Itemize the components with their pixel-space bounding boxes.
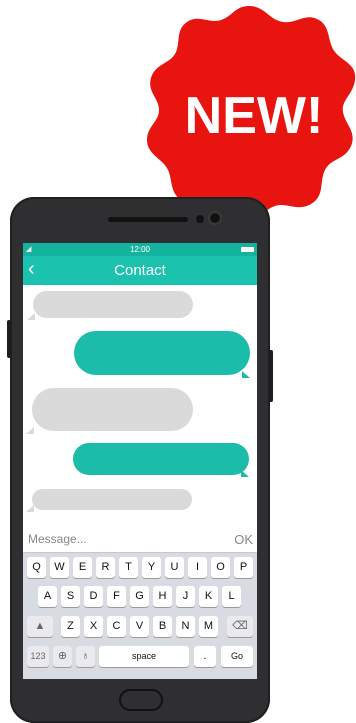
bubble-tail (26, 505, 34, 512)
key[interactable]: K (199, 586, 218, 607)
bubble-tail (241, 470, 249, 477)
numbers-key[interactable]: 123 (27, 646, 49, 667)
globe-icon: ⊕ (57, 650, 68, 662)
backspace-icon: ⌫ (232, 620, 248, 632)
key[interactable]: Q (27, 557, 46, 578)
front-camera (208, 211, 222, 225)
key[interactable]: U (165, 557, 184, 578)
key[interactable]: Y (142, 557, 161, 578)
phone-screen: ◢ 12:00 ‹ Contact Message... OK Q W E R … (23, 243, 257, 679)
key[interactable]: B (153, 616, 172, 637)
badge-text: NEW! (185, 87, 324, 145)
message-bubble-outgoing (73, 443, 249, 475)
composer-bar: Message... OK (23, 528, 257, 553)
home-button[interactable] (119, 689, 163, 711)
key[interactable]: V (130, 616, 149, 637)
message-bubble-outgoing (74, 331, 250, 375)
keyboard: Message... OK Q W E R T Y U I O P A S D … (23, 528, 257, 679)
key[interactable]: D (84, 586, 103, 607)
message-input[interactable]: Message... (28, 532, 87, 546)
bubble-tail (27, 313, 35, 320)
battery-icon (241, 247, 254, 252)
microphone-key[interactable]: ♁ (76, 646, 95, 667)
go-key[interactable]: Go (221, 646, 253, 667)
globe-key[interactable]: ⊕ (53, 646, 72, 667)
side-button-left (7, 320, 11, 358)
key[interactable]: T (119, 557, 138, 578)
key[interactable]: A (38, 586, 57, 607)
key[interactable]: I (188, 557, 207, 578)
bubble-tail (242, 371, 250, 378)
key[interactable]: S (61, 586, 80, 607)
shift-icon: ▲ (34, 620, 46, 632)
key[interactable]: L (222, 586, 241, 607)
send-button[interactable]: OK (234, 532, 253, 547)
speaker-grille (108, 217, 188, 222)
shift-key[interactable]: ▲ (27, 616, 53, 637)
bubble-tail (26, 427, 34, 434)
key[interactable]: E (73, 557, 92, 578)
backspace-key[interactable]: ⌫ (227, 616, 253, 637)
status-time: 12:00 (129, 245, 151, 254)
new-badge: NEW! (147, 6, 356, 221)
message-bubble-incoming (32, 489, 192, 510)
message-bubble-incoming (33, 291, 193, 318)
key[interactable]: P (234, 557, 253, 578)
proximity-sensor (196, 215, 204, 223)
key[interactable]: W (50, 557, 69, 578)
key[interactable]: X (84, 616, 103, 637)
space-key[interactable]: space (99, 646, 189, 667)
message-bubble-incoming (32, 388, 193, 431)
key[interactable]: J (176, 586, 195, 607)
key[interactable]: F (107, 586, 126, 607)
key[interactable]: N (176, 616, 195, 637)
key[interactable]: Z (61, 616, 80, 637)
key[interactable]: G (130, 586, 149, 607)
side-button-right (269, 350, 273, 402)
key[interactable]: H (153, 586, 172, 607)
key[interactable]: O (211, 557, 230, 578)
title-bar: ‹ Contact (23, 256, 257, 285)
key[interactable]: R (96, 557, 115, 578)
period-key[interactable]: . (194, 646, 216, 667)
key[interactable]: C (107, 616, 126, 637)
key[interactable]: M (199, 616, 218, 637)
status-bar: ◢ 12:00 (23, 243, 257, 256)
microphone-icon: ♁ (81, 650, 90, 662)
contact-title: Contact (114, 262, 166, 279)
